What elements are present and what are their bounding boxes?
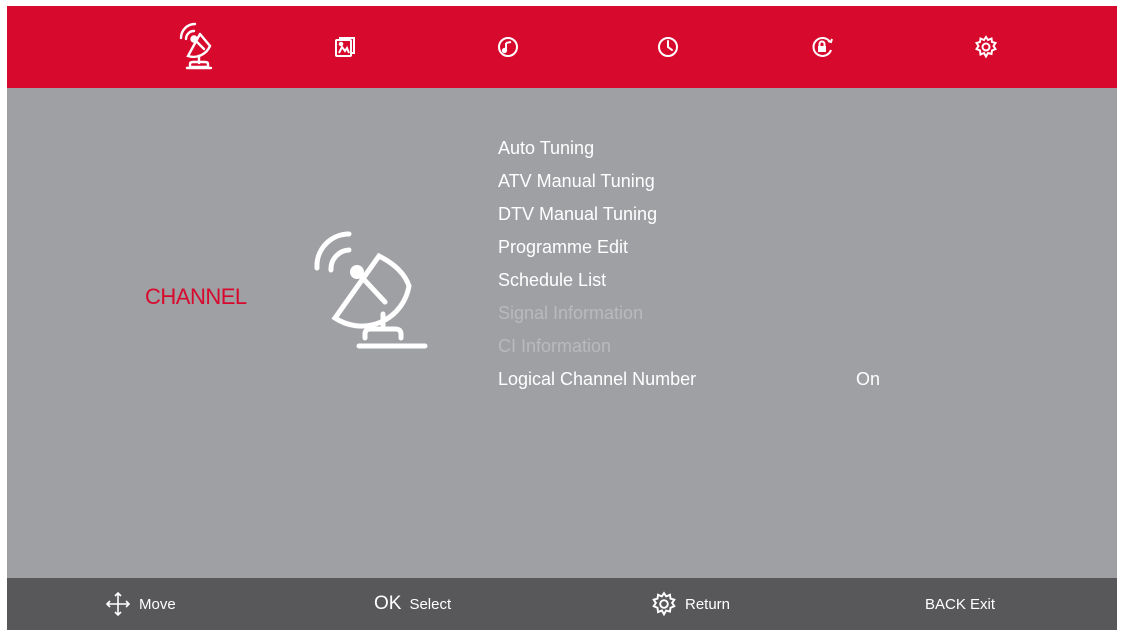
lock-icon bbox=[812, 37, 833, 57]
exit-hint[interactable]: BACK Exit bbox=[925, 578, 995, 630]
channel-options-list: Auto Tuning ATV Manual Tuning DTV Manual… bbox=[498, 132, 998, 396]
move-arrows-icon bbox=[105, 591, 131, 617]
move-hint[interactable]: Move bbox=[105, 578, 176, 630]
ok-key-label: OK bbox=[374, 593, 402, 614]
tab-lock[interactable] bbox=[788, 14, 858, 80]
logical-channel-number-item[interactable]: Logical Channel Number On bbox=[498, 363, 998, 396]
programme-edit-item[interactable]: Programme Edit bbox=[498, 231, 998, 264]
sound-icon bbox=[498, 37, 518, 57]
picture-icon bbox=[335, 37, 355, 57]
satellite-dish-icon bbox=[179, 22, 213, 70]
select-hint[interactable]: OK Select bbox=[374, 578, 451, 630]
ci-information-item: CI Information bbox=[498, 336, 612, 356]
tv-menu-screen: CHANNEL Auto Tuning ATV Manual Tuning DT… bbox=[7, 6, 1117, 630]
signal-information-item: Signal Information bbox=[498, 303, 644, 323]
return-hint[interactable]: Return bbox=[651, 578, 730, 630]
tab-picture[interactable] bbox=[310, 14, 380, 80]
tab-sound[interactable] bbox=[473, 14, 543, 80]
section-title: CHANNEL bbox=[145, 284, 247, 309]
schedule-list-item[interactable]: Schedule List bbox=[498, 264, 998, 297]
atv-manual-tuning-item[interactable]: ATV Manual Tuning bbox=[498, 165, 998, 198]
gear-icon bbox=[652, 591, 676, 617]
logical-channel-number-value: On bbox=[856, 369, 881, 389]
button-hint-bar: Move OK Select Return BACK Exit bbox=[7, 578, 1117, 630]
auto-tuning-item[interactable]: Auto Tuning bbox=[498, 132, 998, 165]
tab-channel[interactable] bbox=[162, 14, 232, 80]
clock-icon bbox=[658, 37, 678, 57]
category-tab-bar bbox=[7, 6, 1117, 88]
settings-gear-icon bbox=[974, 35, 998, 59]
tab-settings[interactable] bbox=[951, 14, 1021, 80]
tab-time[interactable] bbox=[633, 14, 703, 80]
dtv-manual-tuning-item[interactable]: DTV Manual Tuning bbox=[498, 198, 998, 231]
channel-menu-panel: CHANNEL Auto Tuning ATV Manual Tuning DT… bbox=[7, 88, 1117, 578]
satellite-dish-icon bbox=[314, 231, 428, 349]
